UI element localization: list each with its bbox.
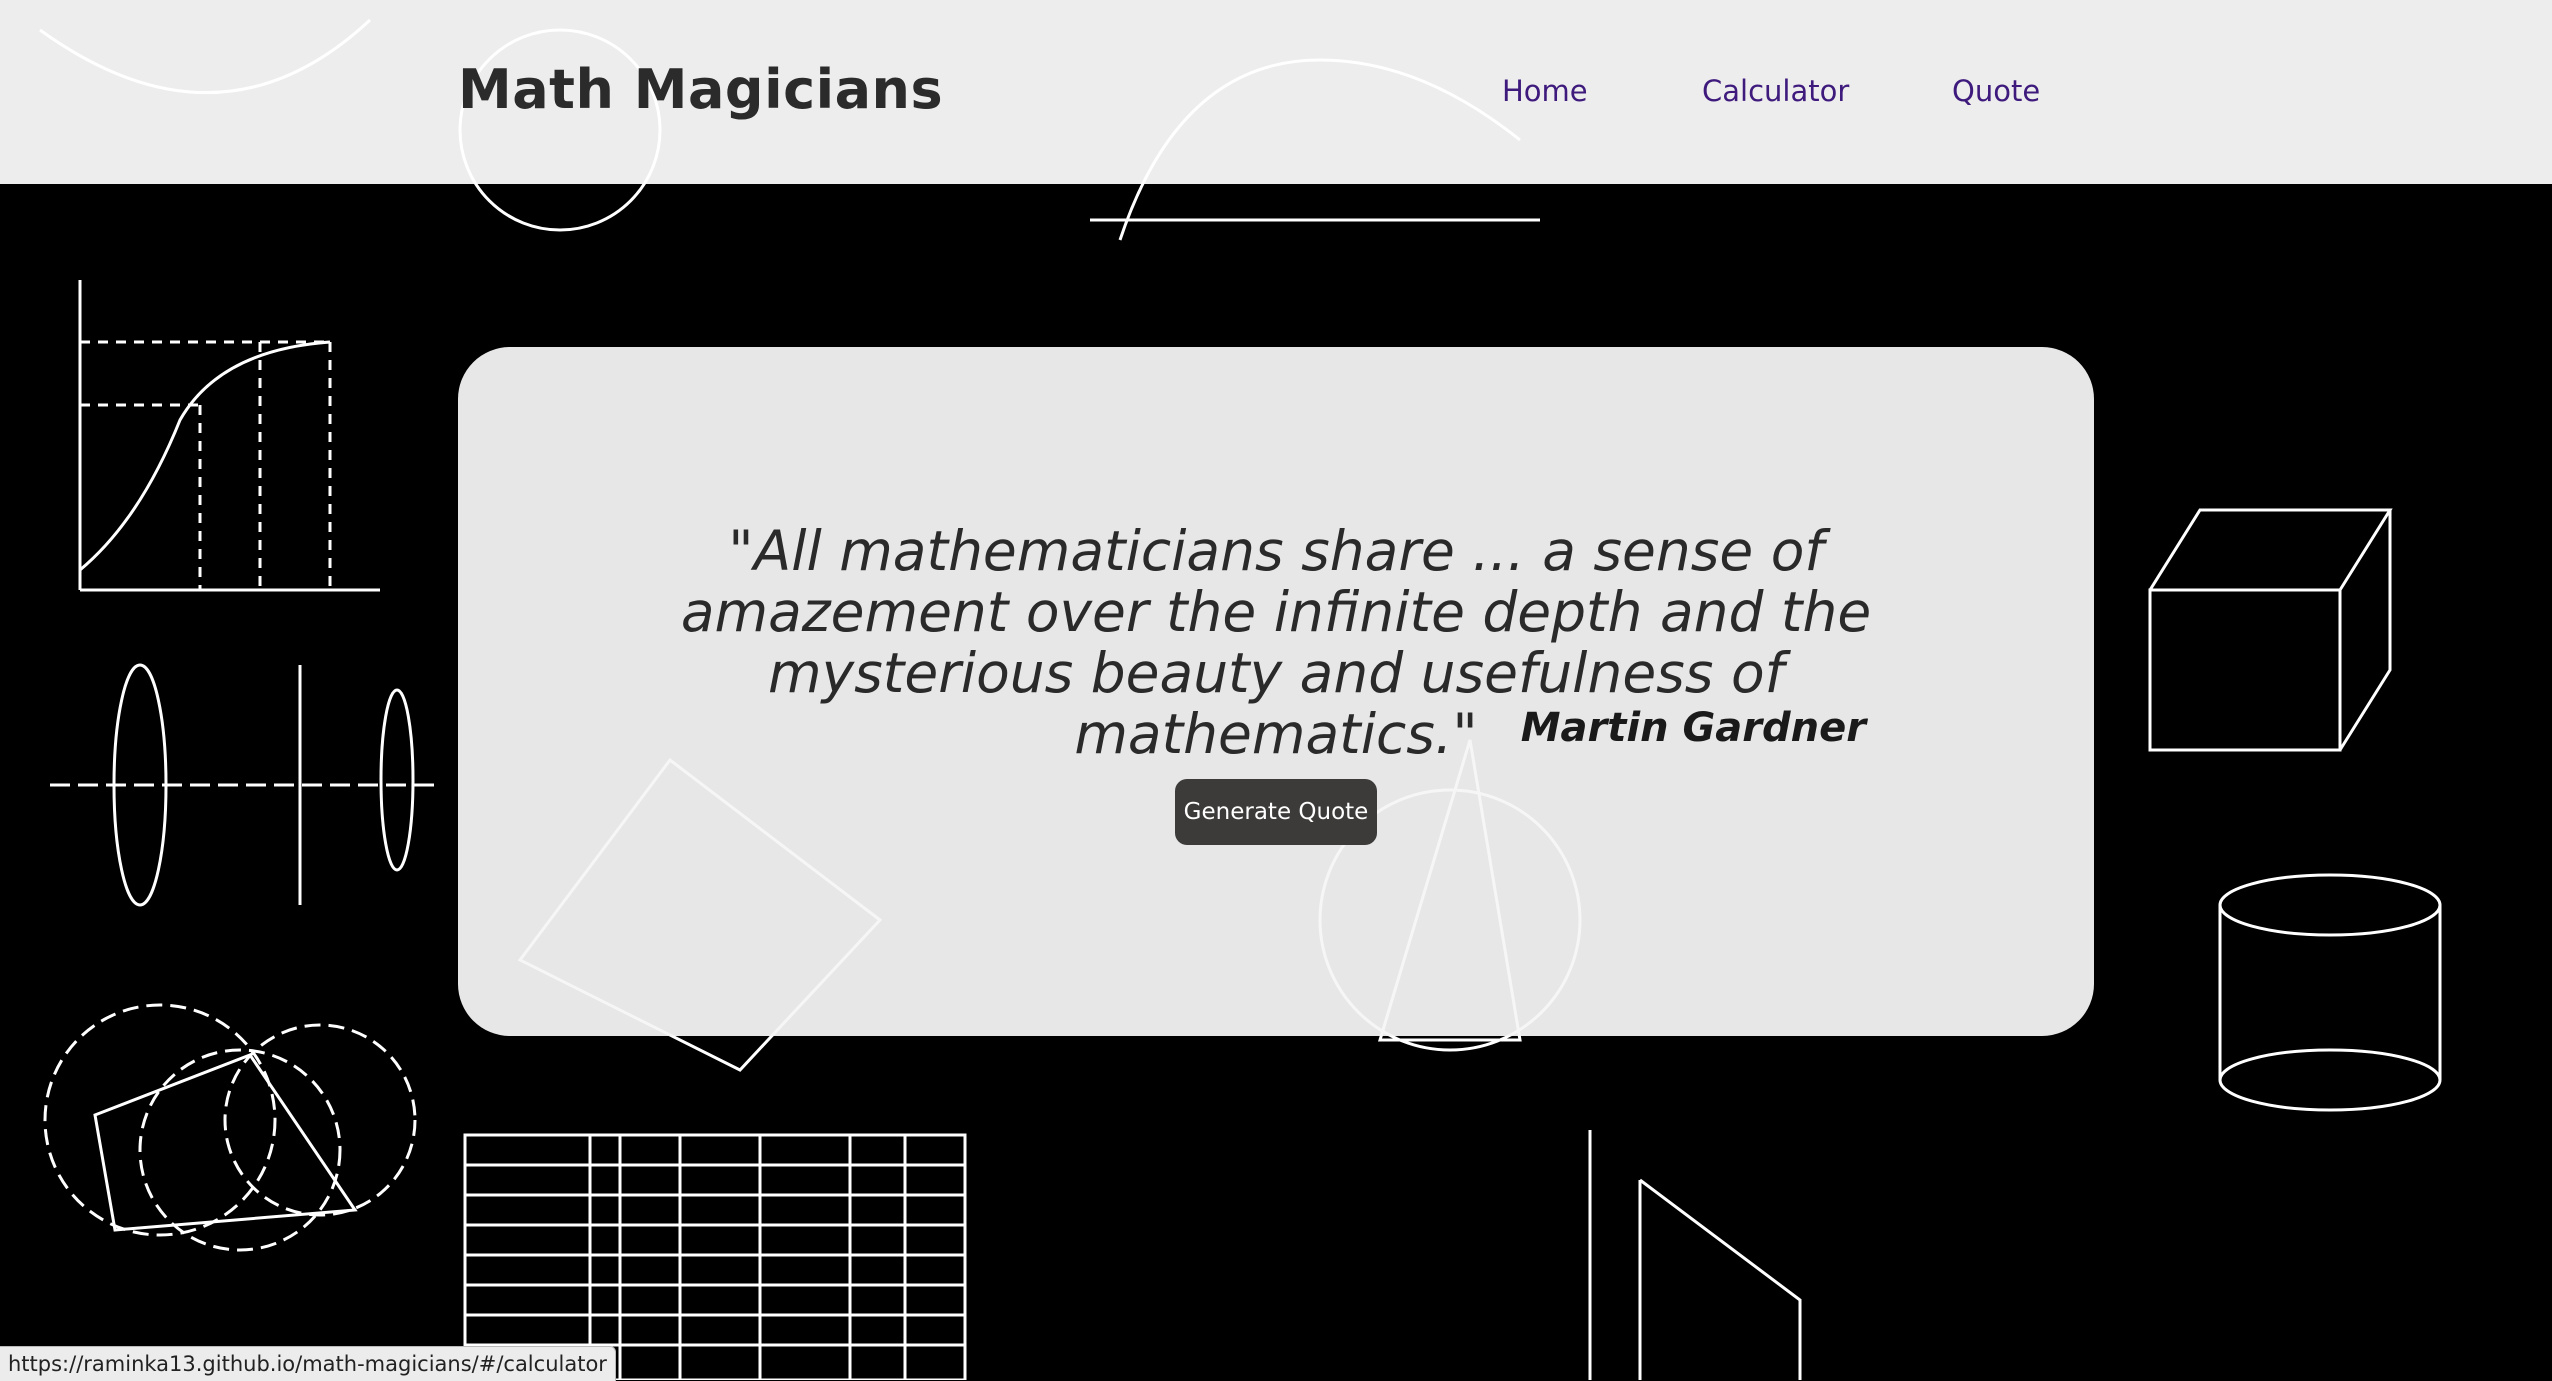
quote-author: Martin Gardner xyxy=(1520,705,1866,751)
nav-link-home[interactable]: Home xyxy=(1502,74,1588,108)
generate-quote-button[interactable]: Generate Quote xyxy=(1175,779,1377,845)
site-header: Math Magicians Home Calculator Quote xyxy=(0,0,2552,184)
nav-link-calculator[interactable]: Calculator xyxy=(1702,74,1849,108)
quote-card: "All mathematicians share ... a sense of… xyxy=(458,347,2094,1036)
status-bar-url: https://raminka13.github.io/math-magicia… xyxy=(0,1346,616,1381)
nav-link-quote[interactable]: Quote xyxy=(1952,74,2040,108)
main-nav: Home Calculator Quote xyxy=(0,74,2552,114)
